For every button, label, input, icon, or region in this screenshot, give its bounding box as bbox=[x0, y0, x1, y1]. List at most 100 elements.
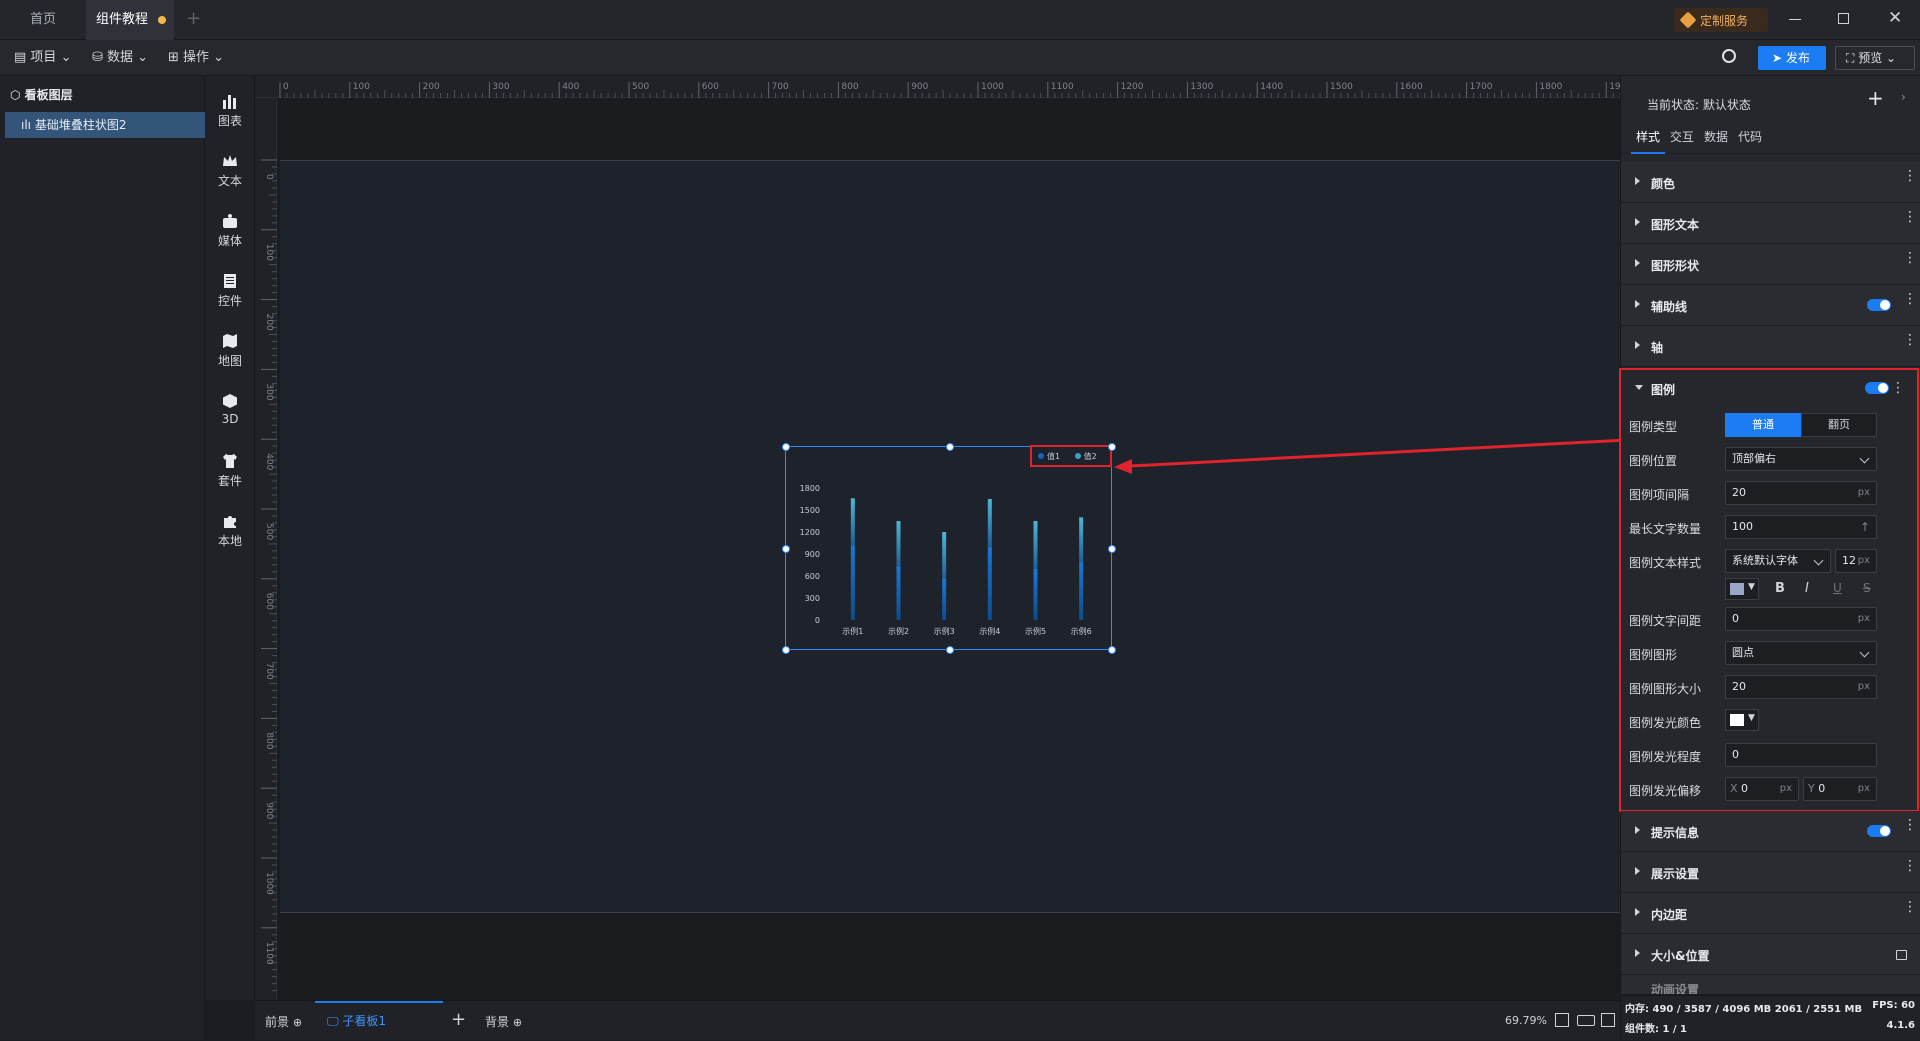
guide-line-toggle[interactable] bbox=[1867, 299, 1891, 311]
unit-label: px bbox=[1857, 613, 1870, 624]
more-icon[interactable]: ⋮ bbox=[1903, 818, 1917, 839]
section-size-position[interactable]: 大小&位置 bbox=[1621, 934, 1920, 975]
local-category-button[interactable]: 本地 bbox=[205, 504, 255, 556]
tab-interaction[interactable]: 交互 bbox=[1665, 124, 1699, 154]
publish-button[interactable]: ➤ 发布 bbox=[1758, 46, 1826, 70]
section-display[interactable]: 展示设置 ⋮ bbox=[1621, 852, 1920, 893]
more-icon[interactable]: ⋮ bbox=[1903, 292, 1917, 313]
legend-font-select[interactable]: 系统默认字体 bbox=[1725, 549, 1831, 573]
more-icon[interactable]: ⋮ bbox=[1903, 900, 1917, 921]
add-circle-icon[interactable]: ⊕ bbox=[513, 1016, 522, 1029]
section-axis[interactable]: 轴 ⋮ bbox=[1621, 326, 1920, 367]
tooltip-toggle[interactable] bbox=[1867, 825, 1891, 837]
strikethrough-icon[interactable]: S bbox=[1863, 581, 1871, 595]
map-category-button[interactable]: 地图 bbox=[205, 324, 255, 376]
more-icon[interactable]: ⋮ bbox=[1903, 859, 1917, 880]
glow-color-picker[interactable]: ▼ bbox=[1725, 709, 1759, 731]
legend-toggle[interactable] bbox=[1865, 382, 1889, 394]
foreground-tab[interactable]: 前景 ⊕ bbox=[265, 1013, 302, 1030]
legend-textgap-input[interactable]: 0 px bbox=[1725, 607, 1877, 631]
restore-icon[interactable] bbox=[1838, 13, 1849, 24]
bold-icon[interactable]: B bbox=[1775, 581, 1785, 596]
more-icon[interactable]: ⋮ bbox=[1903, 169, 1917, 190]
chart-component[interactable]: 1800 1500 1200 900 600 300 0 示例1 示例2 示例3 示例4 示例5 示例6… bbox=[782, 443, 1116, 654]
legend-type-paged[interactable]: 翻页 bbox=[1801, 413, 1877, 437]
legend-glowlevel-input[interactable]: 0 bbox=[1725, 743, 1877, 767]
more-icon[interactable]: ⋮ bbox=[1903, 333, 1917, 354]
italic-icon[interactable]: I bbox=[1805, 581, 1809, 596]
add-circle-icon[interactable]: ⊕ bbox=[293, 1016, 302, 1029]
legend-shape-select[interactable]: 圆点 bbox=[1725, 641, 1877, 665]
board-tab-active[interactable]: 🖵 子看板1 bbox=[315, 1001, 443, 1041]
legend-position-select[interactable]: 顶部偏右 bbox=[1725, 447, 1877, 471]
add-state-icon[interactable]: + bbox=[1867, 86, 1884, 110]
resize-handle[interactable] bbox=[946, 646, 954, 654]
section-label: 内边距 bbox=[1651, 908, 1688, 922]
more-icon[interactable]: ⋮ bbox=[1891, 380, 1905, 396]
chart-category-button[interactable]: 图表 bbox=[205, 84, 255, 136]
media-category-button[interactable]: 媒体 bbox=[205, 204, 255, 256]
y-tick-label: 1800 bbox=[800, 484, 820, 493]
tab-code[interactable]: 代码 bbox=[1733, 124, 1767, 154]
tab-data[interactable]: 数据 bbox=[1699, 124, 1733, 154]
data-menu[interactable]: ⛁ 数据 ⌄ bbox=[92, 48, 148, 68]
legend-fontsize-input[interactable]: 12 px bbox=[1835, 549, 1877, 573]
section-animation[interactable]: 动画设置 bbox=[1621, 975, 1920, 995]
custom-service-button[interactable]: 定制服务 bbox=[1674, 8, 1768, 32]
more-icon[interactable]: ⋮ bbox=[1903, 210, 1917, 231]
lock-icon[interactable] bbox=[1896, 950, 1907, 960]
zoom-level[interactable]: 69.79% bbox=[1505, 1014, 1547, 1027]
canvas-area[interactable]: 0 100 200 300 400 500 600 700 800 900 1000 1100 1200… bbox=[255, 76, 1620, 1000]
legend-spacing-input[interactable]: 20 px bbox=[1725, 481, 1877, 505]
glow-offset-x-input[interactable]: X 0 px bbox=[1725, 777, 1799, 801]
close-icon[interactable]: ✕ bbox=[1888, 8, 1902, 28]
legend-spacing-row: 图例项间隔 20 px bbox=[1621, 476, 1911, 510]
section-color[interactable]: 颜色 ⋮ bbox=[1621, 162, 1920, 203]
project-menu[interactable]: ▤ 项目 ⌄ bbox=[14, 48, 71, 68]
horizontal-ruler[interactable]: 0 100 200 300 400 500 600 700 800 900 1000 1100 1200… bbox=[255, 76, 1620, 98]
vertical-ruler[interactable]: 0 100 200 300 400 500 600 700 800 900 1000 1100 bbox=[255, 98, 277, 1000]
add-board-icon[interactable]: + bbox=[451, 1009, 466, 1030]
stepper-icon[interactable]: ↑ bbox=[1860, 516, 1870, 538]
section-padding[interactable]: 内边距 ⋮ bbox=[1621, 893, 1920, 934]
tab-home[interactable]: 首页 bbox=[0, 0, 85, 40]
operate-menu[interactable]: ⊞ 操作 ⌄ bbox=[168, 48, 224, 68]
resize-handle[interactable] bbox=[946, 443, 954, 451]
section-shape[interactable]: 图形形状 ⋮ bbox=[1621, 244, 1920, 285]
text-color-picker[interactable]: ▼ bbox=[1725, 578, 1759, 600]
resize-handle[interactable] bbox=[782, 443, 790, 451]
chevron-right-icon[interactable]: › bbox=[1901, 90, 1906, 104]
search-icon[interactable] bbox=[1722, 49, 1736, 63]
3d-category-button[interactable]: 3D bbox=[205, 384, 255, 436]
resize-handle[interactable] bbox=[1108, 646, 1116, 654]
background-tab[interactable]: 背景 ⊕ bbox=[485, 1013, 522, 1030]
legend-section-header[interactable]: 图例 ⋮ bbox=[1621, 370, 1917, 406]
resize-handle[interactable] bbox=[782, 646, 790, 654]
keyboard-icon[interactable] bbox=[1577, 1015, 1595, 1026]
ruler-label: 1500 bbox=[1330, 82, 1353, 92]
legend-shapesize-input[interactable]: 20 px bbox=[1725, 675, 1877, 699]
tab-style[interactable]: 样式 bbox=[1631, 124, 1665, 154]
more-icon[interactable]: ⋮ bbox=[1903, 251, 1917, 272]
fit-screen-icon[interactable] bbox=[1555, 1013, 1569, 1027]
legend-type-normal[interactable]: 普通 bbox=[1725, 413, 1801, 437]
section-shape-text[interactable]: 图形文本 ⋮ bbox=[1621, 203, 1920, 244]
ruler-label: 300 bbox=[264, 383, 274, 400]
minimize-icon[interactable] bbox=[1789, 19, 1801, 20]
preview-button[interactable]: ⛶ 预览 ⌄ bbox=[1835, 46, 1915, 70]
color-swatch bbox=[1730, 583, 1744, 595]
widget-category-button[interactable]: 控件 bbox=[205, 264, 255, 316]
text-category-button[interactable]: 文本 bbox=[205, 144, 255, 196]
layer-item[interactable]: ılı 基础堆叠柱状图2 bbox=[5, 112, 205, 138]
terminal-icon[interactable] bbox=[1601, 1013, 1615, 1027]
resize-handle[interactable] bbox=[1108, 545, 1116, 553]
section-tooltip[interactable]: 提示信息 ⋮ bbox=[1621, 811, 1920, 852]
add-tab-icon[interactable]: + bbox=[186, 8, 201, 29]
underline-icon[interactable]: U bbox=[1833, 581, 1842, 595]
glow-offset-y-input[interactable]: Y 0 px bbox=[1803, 777, 1877, 801]
section-guide-line[interactable]: 辅助线 ⋮ bbox=[1621, 285, 1920, 326]
tab-component-tutorial[interactable]: 组件教程 bbox=[86, 0, 174, 40]
resize-handle[interactable] bbox=[782, 545, 790, 553]
legend-maxlen-input[interactable]: 100 ↑ bbox=[1725, 515, 1877, 539]
kit-category-button[interactable]: 套件 bbox=[205, 444, 255, 496]
